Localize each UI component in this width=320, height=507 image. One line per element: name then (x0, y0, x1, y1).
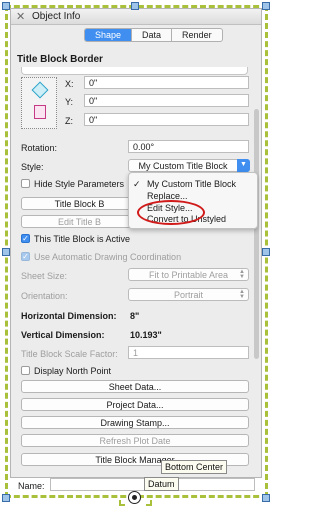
tooltip-datum: Datum (144, 477, 179, 491)
h-dim-value: 8" (130, 311, 140, 321)
resize-handle-top-left[interactable] (2, 2, 10, 10)
name-label: Name: (18, 481, 45, 491)
tab-render[interactable]: Render (172, 29, 222, 41)
class-dropdown-partial[interactable] (21, 67, 248, 75)
style-dropdown[interactable]: My Custom Title Block ▼ (128, 159, 250, 172)
style-label: Style: (21, 162, 44, 172)
tab-bar: Shape Data Render (84, 28, 223, 42)
rotation-label: Rotation: (21, 143, 58, 153)
tooltip-bottom-center: Bottom Center (161, 460, 228, 474)
h-dim-label: Horizontal Dimension: (21, 311, 117, 321)
rotation-field[interactable]: 0.00° (128, 140, 249, 153)
z-field[interactable]: 0" (84, 113, 249, 126)
scale-factor-field: 1 (128, 346, 249, 359)
datum-page-icon (34, 105, 46, 119)
resize-handle-top-right[interactable] (262, 2, 270, 10)
datum-target-icon[interactable] (128, 491, 141, 504)
tab-data[interactable]: Data (132, 29, 173, 41)
datum-cube-icon (31, 81, 49, 99)
cursor-corner-icon (119, 500, 125, 506)
sheet-size-dropdown: Fit to Printable Area ▲ ▼ (128, 268, 249, 281)
auto-coord-label: Use Automatic Drawing Coordination (34, 252, 182, 262)
orientation-value: Portrait (173, 290, 203, 300)
x-field[interactable]: 0" (84, 76, 249, 89)
resize-handle-middle-right[interactable] (262, 248, 270, 256)
menu-item-custom-style[interactable]: My Custom Title Block (147, 179, 236, 189)
datum-grid[interactable] (21, 77, 57, 129)
section-title: Title Block Border (17, 54, 103, 65)
resize-handle-middle-left[interactable] (2, 248, 10, 256)
x-label: X: (65, 79, 74, 89)
hide-style-params-label: Hide Style Parameters (34, 179, 125, 189)
palette-title: Object Info (32, 11, 81, 22)
cursor-corner-icon (146, 500, 152, 506)
sheet-size-label: Sheet Size: (21, 271, 68, 281)
sheet-size-value: Fit to Printable Area (148, 270, 229, 280)
project-data-button[interactable]: Project Data... (21, 398, 249, 411)
refresh-plot-date-button: Refresh Plot Date (21, 434, 249, 447)
scale-factor-label: Title Block Scale Factor: (21, 349, 118, 359)
highlight-ring (137, 200, 205, 225)
checkmark-icon: ✓ (133, 179, 141, 189)
sheet-data-button[interactable]: Sheet Data... (21, 380, 249, 393)
resize-handle-bottom-right[interactable] (262, 494, 270, 502)
palette-titlebar[interactable]: ✕ Object Info (11, 9, 261, 25)
orientation-label: Orientation: (21, 291, 68, 301)
y-field[interactable]: 0" (84, 94, 249, 107)
resize-handle-bottom-left[interactable] (2, 494, 10, 502)
palette-scrollbar[interactable] (254, 109, 259, 359)
edit-title-block-button: Edit Title B (21, 215, 138, 228)
drawing-stamp-button[interactable]: Drawing Stamp... (21, 416, 249, 429)
active-label: This Title Block is Active (34, 234, 131, 244)
z-label: Z: (65, 116, 73, 126)
chevron-down-icon: ▼ (237, 159, 250, 172)
v-dim-label: Vertical Dimension: (21, 330, 105, 340)
object-info-palette: ✕ Object Info Shape Data Render Title Bl… (10, 8, 262, 478)
title-block-border-button[interactable]: Title Block B (21, 197, 138, 210)
hide-style-params-checkbox[interactable] (21, 179, 30, 188)
north-point-label: Display North Point (34, 366, 112, 376)
auto-coord-checkbox: ✓ (21, 252, 30, 261)
north-point-checkbox[interactable] (21, 366, 30, 375)
y-label: Y: (65, 97, 74, 107)
close-icon[interactable]: ✕ (16, 10, 25, 23)
tab-shape[interactable]: Shape (85, 29, 133, 41)
updown-caret-icon: ▲ ▼ (239, 269, 245, 280)
updown-caret-icon: ▲ ▼ (239, 289, 245, 300)
v-dim-value: 10.193" (130, 330, 162, 340)
style-dropdown-value: My Custom Title Block (138, 161, 228, 171)
resize-handle-top-center[interactable] (131, 2, 139, 10)
active-checkbox[interactable]: ✓ (21, 234, 30, 243)
orientation-dropdown: Portrait ▲ ▼ (128, 288, 249, 301)
